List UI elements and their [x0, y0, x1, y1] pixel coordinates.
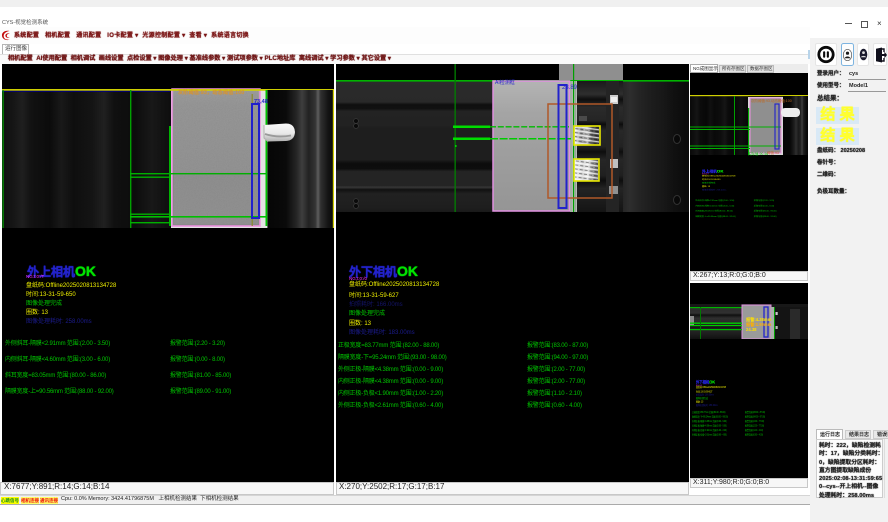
svg-text:24.38: 24.38 [746, 327, 757, 332]
svg-text:灰阶阈值:93,动态阈值:100: 灰阶阈值:93,动态阈值:100 [751, 98, 792, 103]
